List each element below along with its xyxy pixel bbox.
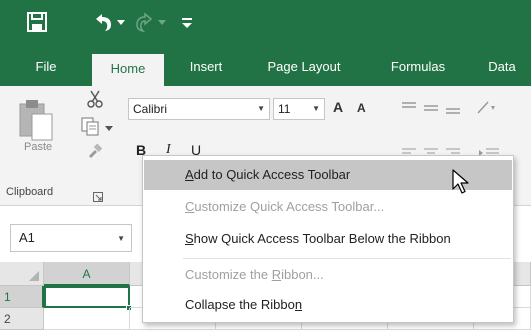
align-top-icon[interactable] bbox=[401, 100, 417, 116]
tab-insert[interactable]: Insert bbox=[180, 48, 232, 86]
chevron-down-icon: ▼ bbox=[312, 104, 320, 113]
redo-icon bbox=[135, 11, 155, 33]
increase-font-size-button[interactable]: A bbox=[333, 99, 349, 119]
menu-item-show-qat-below-ribbon[interactable]: Show Quick Access Toolbar Below the Ribb… bbox=[144, 224, 512, 254]
dialog-launcher-icon[interactable] bbox=[93, 189, 103, 202]
save-icon[interactable] bbox=[26, 11, 48, 33]
chevron-down-icon: ▼ bbox=[257, 104, 265, 113]
orientation-icon[interactable] bbox=[475, 98, 497, 116]
align-bottom-icon[interactable] bbox=[445, 100, 461, 116]
tab-data[interactable]: Data bbox=[480, 48, 524, 86]
paste-label: Paste bbox=[24, 141, 53, 153]
menu-separator bbox=[183, 258, 511, 259]
tab-home[interactable]: Home bbox=[92, 54, 164, 86]
tab-page-layout[interactable]: Page Layout bbox=[256, 48, 352, 86]
column-header-a[interactable]: A bbox=[44, 262, 130, 286]
name-box[interactable]: A1 ▼ bbox=[10, 224, 132, 252]
menu-item-customize-qat: Customize Quick Access Toolbar... bbox=[185, 199, 385, 214]
clipboard-group-label: Clipboard bbox=[6, 186, 54, 198]
mouse-pointer-icon bbox=[452, 169, 470, 195]
cell-a1[interactable] bbox=[44, 286, 130, 308]
select-all-button[interactable] bbox=[0, 262, 44, 286]
row-header-2[interactable]: 2 bbox=[0, 308, 44, 330]
cut-icon[interactable] bbox=[86, 90, 104, 108]
quick-access-toolbar bbox=[0, 0, 531, 48]
menu-item-customize-ribbon: Customize the Ribbon... bbox=[185, 267, 324, 282]
row-header-1[interactable]: 1 bbox=[0, 286, 44, 308]
copy-dropdown-icon[interactable] bbox=[104, 120, 114, 131]
decrease-font-size-button[interactable]: A bbox=[357, 101, 371, 119]
ribbon-tabs: File Home Insert Page Layout Formulas Da… bbox=[0, 48, 531, 86]
font-size-select[interactable]: 11 ▼ bbox=[273, 98, 325, 120]
tab-formulas[interactable]: Formulas bbox=[378, 48, 458, 86]
tab-file[interactable]: File bbox=[22, 48, 70, 86]
align-middle-icon[interactable] bbox=[423, 100, 439, 116]
copy-icon[interactable] bbox=[80, 116, 102, 136]
format-painter-icon[interactable] bbox=[86, 142, 104, 160]
undo-dropdown-icon[interactable] bbox=[115, 14, 127, 30]
chevron-down-icon[interactable]: ▼ bbox=[117, 226, 125, 252]
font-name-select[interactable]: Calibri ▼ bbox=[128, 98, 270, 120]
undo-icon[interactable] bbox=[92, 11, 114, 33]
redo-dropdown-icon bbox=[156, 14, 168, 30]
paste-button[interactable] bbox=[16, 96, 58, 176]
cell-a2[interactable] bbox=[44, 308, 130, 330]
menu-item-collapse-ribbon[interactable]: Collapse the Ribbon bbox=[144, 290, 512, 320]
select-all-triangle-icon bbox=[29, 271, 39, 281]
customize-qat-icon[interactable] bbox=[178, 12, 196, 32]
